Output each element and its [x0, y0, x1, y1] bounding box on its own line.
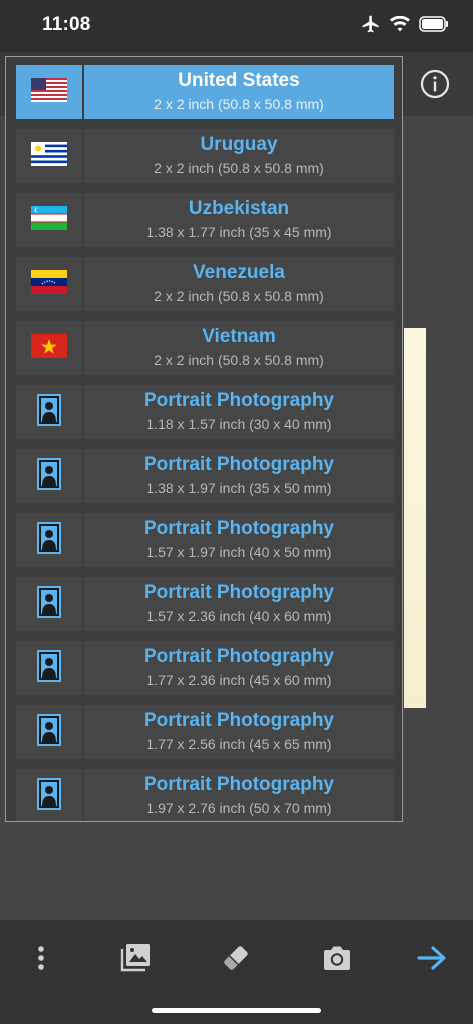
list-item-united-states[interactable]: United States 2 x 2 inch (50.8 x 50.8 mm… — [16, 65, 394, 119]
status-icons — [361, 14, 449, 34]
portrait-icon — [37, 521, 61, 559]
info-icon[interactable] — [419, 68, 451, 100]
portrait-icon — [37, 393, 61, 431]
item-title: Portrait Photography — [143, 710, 334, 731]
photo-preview — [404, 328, 426, 708]
eraser-icon[interactable] — [216, 938, 256, 978]
item-title: United States — [178, 70, 300, 91]
item-size: 1.38 x 1.77 inch (35 x 45 mm) — [146, 224, 332, 240]
gallery-icon[interactable] — [115, 938, 155, 978]
item-size: 1.77 x 2.56 inch (45 x 65 mm) — [146, 736, 332, 752]
item-title: Portrait Photography — [143, 582, 334, 603]
list-item-portrait-30x40[interactable]: Portrait Photography 1.18 x 1.57 inch (3… — [16, 385, 394, 439]
airplane-icon — [361, 14, 381, 34]
item-size: 2 x 2 inch (50.8 x 50.8 mm) — [154, 160, 324, 176]
item-size: 1.57 x 1.97 inch (40 x 50 mm) — [146, 544, 332, 560]
item-size: 2 x 2 inch (50.8 x 50.8 mm) — [154, 288, 324, 304]
app-screen: 11:08 United States 2 x 2 inch (50.8 x 5… — [0, 0, 473, 1024]
item-size: 1.77 x 2.36 inch (45 x 60 mm) — [146, 672, 332, 688]
list-item-uruguay[interactable]: Uruguay 2 x 2 inch (50.8 x 50.8 mm) — [16, 129, 394, 183]
battery-icon — [419, 16, 449, 32]
portrait-icon — [37, 649, 61, 687]
us-flag-icon — [31, 77, 67, 107]
vietnam-flag-icon — [31, 333, 67, 363]
item-size: 1.97 x 2.76 inch (50 x 70 mm) — [146, 800, 332, 816]
portrait-icon — [37, 777, 61, 815]
more-icon[interactable] — [21, 938, 61, 978]
item-size: 2 x 2 inch (50.8 x 50.8 mm) — [154, 352, 324, 368]
item-title: Portrait Photography — [143, 774, 334, 795]
list-item-portrait-50x70[interactable]: Portrait Photography 1.97 x 2.76 inch (5… — [16, 769, 394, 821]
list-item-portrait-35x50[interactable]: Portrait Photography 1.38 x 1.97 inch (3… — [16, 449, 394, 503]
item-size: 2 x 2 inch (50.8 x 50.8 mm) — [154, 96, 324, 112]
camera-icon[interactable] — [317, 938, 357, 978]
item-title: Portrait Photography — [143, 454, 334, 475]
venezuela-flag-icon — [31, 269, 67, 299]
item-title: Portrait Photography — [143, 390, 334, 411]
list-item-portrait-40x50[interactable]: Portrait Photography 1.57 x 1.97 inch (4… — [16, 513, 394, 567]
item-size: 1.38 x 1.97 inch (35 x 50 mm) — [146, 480, 332, 496]
list-item-portrait-40x60[interactable]: Portrait Photography 1.57 x 2.36 inch (4… — [16, 577, 394, 631]
next-arrow-icon[interactable] — [412, 938, 452, 978]
item-size: 1.18 x 1.57 inch (30 x 40 mm) — [146, 416, 332, 432]
item-title: Uzbekistan — [188, 198, 290, 219]
wifi-icon — [390, 16, 410, 32]
list-item-venezuela[interactable]: Venezuela 2 x 2 inch (50.8 x 50.8 mm) — [16, 257, 394, 311]
status-bar: 11:08 — [0, 0, 473, 52]
item-size: 1.57 x 2.36 inch (40 x 60 mm) — [146, 608, 332, 624]
list-item-portrait-45x60[interactable]: Portrait Photography 1.77 x 2.36 inch (4… — [16, 641, 394, 695]
portrait-icon — [37, 457, 61, 495]
item-title: Vietnam — [202, 326, 276, 347]
list-item-portrait-45x65[interactable]: Portrait Photography 1.77 x 2.56 inch (4… — [16, 705, 394, 759]
home-indicator[interactable] — [152, 1008, 321, 1013]
item-title: Uruguay — [200, 134, 278, 155]
list-item-uzbekistan[interactable]: Uzbekistan 1.38 x 1.77 inch (35 x 45 mm) — [16, 193, 394, 247]
status-time: 11:08 — [42, 14, 91, 35]
item-title: Venezuela — [193, 262, 285, 283]
portrait-icon — [37, 585, 61, 623]
portrait-icon — [37, 713, 61, 751]
uruguay-flag-icon — [31, 141, 67, 171]
list-item-vietnam[interactable]: Vietnam 2 x 2 inch (50.8 x 50.8 mm) — [16, 321, 394, 375]
country-size-dropdown: United States 2 x 2 inch (50.8 x 50.8 mm… — [5, 56, 403, 822]
item-title: Portrait Photography — [143, 518, 334, 539]
uzbekistan-flag-icon — [31, 205, 67, 235]
item-title: Portrait Photography — [143, 646, 334, 667]
